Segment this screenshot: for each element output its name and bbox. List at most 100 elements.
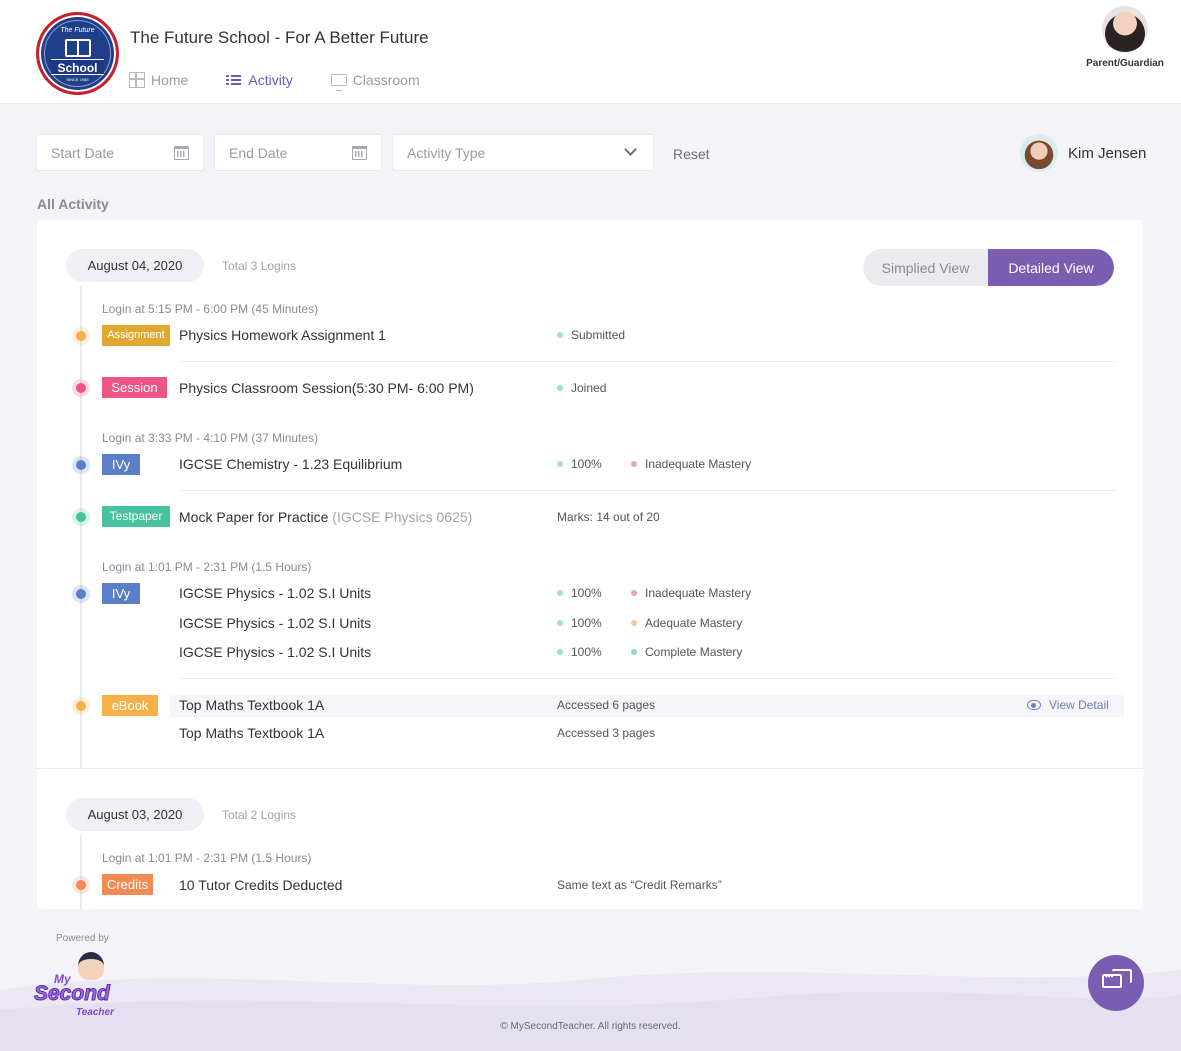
- school-title: The Future School - For A Better Future: [130, 28, 429, 47]
- chat-button[interactable]: [1088, 955, 1144, 1011]
- activity-type-select[interactable]: Activity Type: [392, 134, 654, 171]
- date-pill: August 04, 2020: [66, 249, 204, 282]
- day-divider: [37, 768, 1143, 769]
- activity-score: 100%: [557, 616, 602, 630]
- mastery-status: Inadequate Mastery: [631, 457, 751, 471]
- score-text: 100%: [571, 645, 602, 659]
- parent-label: Parent/Guardian: [1086, 58, 1164, 69]
- eye-icon: [1027, 700, 1041, 710]
- view-toggle: Simplied View Detailed View: [863, 249, 1114, 286]
- activity-score: 100%: [557, 586, 602, 600]
- nav-classroom[interactable]: Classroom: [330, 72, 420, 91]
- chat-bubbles-icon: [1102, 972, 1122, 988]
- school-logo[interactable]: The Future School SINCE 1985: [36, 12, 119, 95]
- score-text: 100%: [571, 586, 602, 600]
- activity-status: Accessed 3 pages: [557, 726, 656, 740]
- mastery-text: Inadequate Mastery: [645, 457, 752, 471]
- view-detail-link[interactable]: View Detail: [1027, 698, 1109, 712]
- nav-classroom-label: Classroom: [352, 72, 420, 88]
- student-name: Kim Jensen: [1068, 144, 1147, 162]
- mastery-text: Complete Mastery: [645, 645, 743, 659]
- mastery-dot: [631, 620, 637, 626]
- mastery-dot: [631, 649, 637, 655]
- score-text: 100%: [571, 457, 602, 471]
- mastery-dot: [631, 461, 637, 467]
- timeline-dot: [76, 383, 86, 393]
- activity-title[interactable]: IGCSE Physics - 1.02 S.I Units: [179, 644, 371, 660]
- mastery-status: Inadequate Mastery: [631, 586, 751, 600]
- reset-button[interactable]: Reset: [673, 146, 710, 162]
- detailed-view-button[interactable]: Detailed View: [988, 249, 1114, 286]
- timeline-dot: [76, 460, 86, 470]
- mastery-dot: [631, 590, 637, 596]
- mysecondteacher-logo[interactable]: My Second Teacher: [34, 952, 138, 1024]
- status-dot: [557, 385, 563, 391]
- start-date-field[interactable]: Start Date: [36, 134, 204, 171]
- logo-word-second: Second: [34, 982, 111, 1006]
- status-text: Submitted: [571, 328, 626, 342]
- logo-since: SINCE 1985: [66, 77, 89, 82]
- start-date-placeholder: Start Date: [51, 144, 115, 161]
- status-dot: [557, 649, 563, 655]
- activity-title[interactable]: Top Maths Textbook 1A: [179, 697, 324, 713]
- nav-activity[interactable]: Activity: [226, 72, 293, 88]
- chevron-down-icon: [624, 143, 637, 156]
- timeline-line: [80, 286, 82, 768]
- activity-status: Same text as “Credit Remarks”: [557, 878, 722, 892]
- total-logins: Total 3 Logins: [222, 259, 297, 273]
- end-date-placeholder: End Date: [229, 144, 288, 161]
- activity-title[interactable]: Physics Homework Assignment 1: [179, 327, 386, 343]
- score-text: 100%: [571, 616, 602, 630]
- book-icon: [65, 39, 91, 57]
- parent-profile[interactable]: Parent/Guardian: [1082, 6, 1168, 69]
- activity-title[interactable]: Top Maths Textbook 1A: [179, 725, 324, 741]
- mascot-icon: [78, 952, 104, 980]
- footer-waves: [0, 970, 1181, 1051]
- calendar-icon: [352, 146, 367, 160]
- top-header: The Future School SINCE 1985 The Future …: [0, 0, 1181, 104]
- list-icon: [226, 72, 242, 88]
- status-dot: [557, 590, 563, 596]
- monitor-icon: [330, 74, 347, 91]
- status-text: Joined: [571, 381, 607, 395]
- mastery-status: Complete Mastery: [631, 645, 742, 659]
- calendar-icon: [174, 146, 189, 160]
- tag-testpaper: Testpaper: [102, 506, 170, 527]
- timeline-dot: [76, 331, 86, 341]
- mastery-text: Inadequate Mastery: [645, 586, 752, 600]
- tag-session: Session: [102, 377, 167, 398]
- nav-home-label: Home: [151, 72, 189, 88]
- date-pill: August 03, 2020: [66, 798, 204, 831]
- activity-title[interactable]: IGCSE Physics - 1.02 S.I Units: [179, 585, 371, 601]
- login-session: Login at 5:15 PM - 6:00 PM (45 Minutes): [102, 302, 319, 316]
- activity-title[interactable]: IGCSE Chemistry - 1.23 Equilibrium: [179, 456, 402, 472]
- divider: [179, 490, 1115, 491]
- activity-score: 100%: [557, 645, 602, 659]
- activity-score: 100%: [557, 457, 602, 471]
- nav-home[interactable]: Home: [129, 72, 188, 88]
- end-date-field[interactable]: End Date: [214, 134, 382, 171]
- tag-credits: Credits: [102, 874, 153, 895]
- student-selector[interactable]: Kim Jensen: [1020, 134, 1146, 172]
- timeline-dot: [76, 701, 86, 711]
- activity-title[interactable]: Physics Classroom Session(5:30 PM- 6:00 …: [179, 380, 474, 396]
- divider: [179, 361, 1115, 362]
- activity-status: Joined: [557, 381, 606, 395]
- activity-card: August 04, 2020 Total 3 Logins Simplied …: [37, 220, 1143, 909]
- divider: [179, 678, 1115, 679]
- view-detail-label: View Detail: [1049, 698, 1109, 712]
- total-logins: Total 2 Logins: [222, 808, 297, 822]
- activity-title[interactable]: Mock Paper for Practice (IGCSE Physics 0…: [179, 509, 472, 525]
- student-avatar: [1020, 134, 1058, 172]
- activity-title[interactable]: IGCSE Physics - 1.02 S.I Units: [179, 615, 371, 631]
- activity-title[interactable]: 10 Tutor Credits Deducted: [179, 877, 342, 893]
- simplified-view-button[interactable]: Simplied View: [863, 249, 988, 286]
- main-nav: Home Activity Classroom: [129, 72, 458, 91]
- title-subtitle: (IGCSE Physics 0625): [332, 509, 473, 525]
- grid-icon: [129, 72, 145, 88]
- copyright: © MySecondTeacher. All rights reserved.: [500, 1021, 681, 1032]
- timeline-dot: [76, 512, 86, 522]
- login-session: Login at 3:33 PM - 4:10 PM (37 Minutes): [102, 431, 319, 445]
- section-title: All Activity: [37, 196, 109, 212]
- mastery-status: Adequate Mastery: [631, 616, 742, 630]
